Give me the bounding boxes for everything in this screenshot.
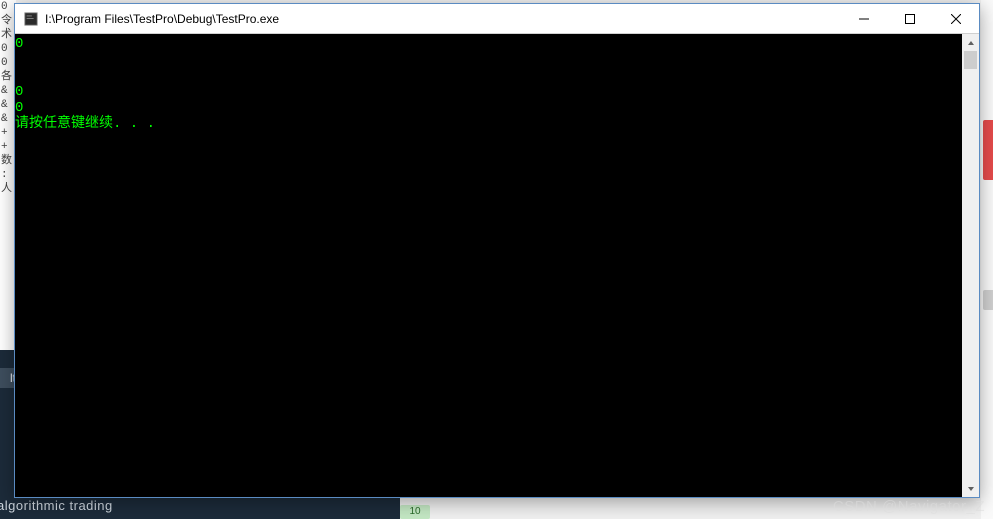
console-line: 0 (15, 84, 962, 100)
scrollbar-thumb[interactable] (964, 51, 977, 69)
window-controls (841, 4, 979, 33)
maximize-icon (905, 14, 915, 24)
scrollbar-track[interactable] (962, 51, 979, 480)
bg-green-pill: 10 (400, 505, 430, 519)
scroll-down-button[interactable] (962, 480, 979, 497)
maximize-button[interactable] (887, 4, 933, 33)
desktop: 0 令 术 0 0 各 & & & + + 数 : 人 lt esting in… (0, 0, 993, 519)
scroll-up-button[interactable] (962, 34, 979, 51)
console-output[interactable]: 0 0 0 请按任意键继续. . . (15, 34, 962, 497)
console-window: I:\Program Files\TestPro\Debug\TestPro.e… (14, 3, 980, 498)
app-icon (23, 11, 39, 27)
bg-right-gray (983, 290, 993, 310)
minimize-icon (859, 14, 869, 24)
bg-right-strip (981, 0, 993, 519)
console-line (15, 52, 962, 68)
chevron-up-icon (967, 39, 975, 47)
close-icon (951, 14, 961, 24)
bg-bottom-text: esting in algorithmic trading (0, 498, 113, 513)
console-line: 0 (15, 100, 962, 116)
titlebar[interactable]: I:\Program Files\TestPro\Debug\TestPro.e… (15, 4, 979, 34)
bg-right-red (983, 120, 993, 180)
console-line: 0 (15, 36, 962, 52)
console-line (15, 68, 962, 84)
minimize-button[interactable] (841, 4, 887, 33)
console-line: 请按任意键继续. . . (15, 116, 962, 132)
client-area: 0 0 0 请按任意键继续. . . (15, 34, 979, 497)
window-title: I:\Program Files\TestPro\Debug\TestPro.e… (45, 12, 841, 26)
watermark: CSDN @Navigator_Z (833, 498, 985, 515)
close-button[interactable] (933, 4, 979, 33)
vertical-scrollbar[interactable] (962, 34, 979, 497)
chevron-down-icon (967, 485, 975, 493)
